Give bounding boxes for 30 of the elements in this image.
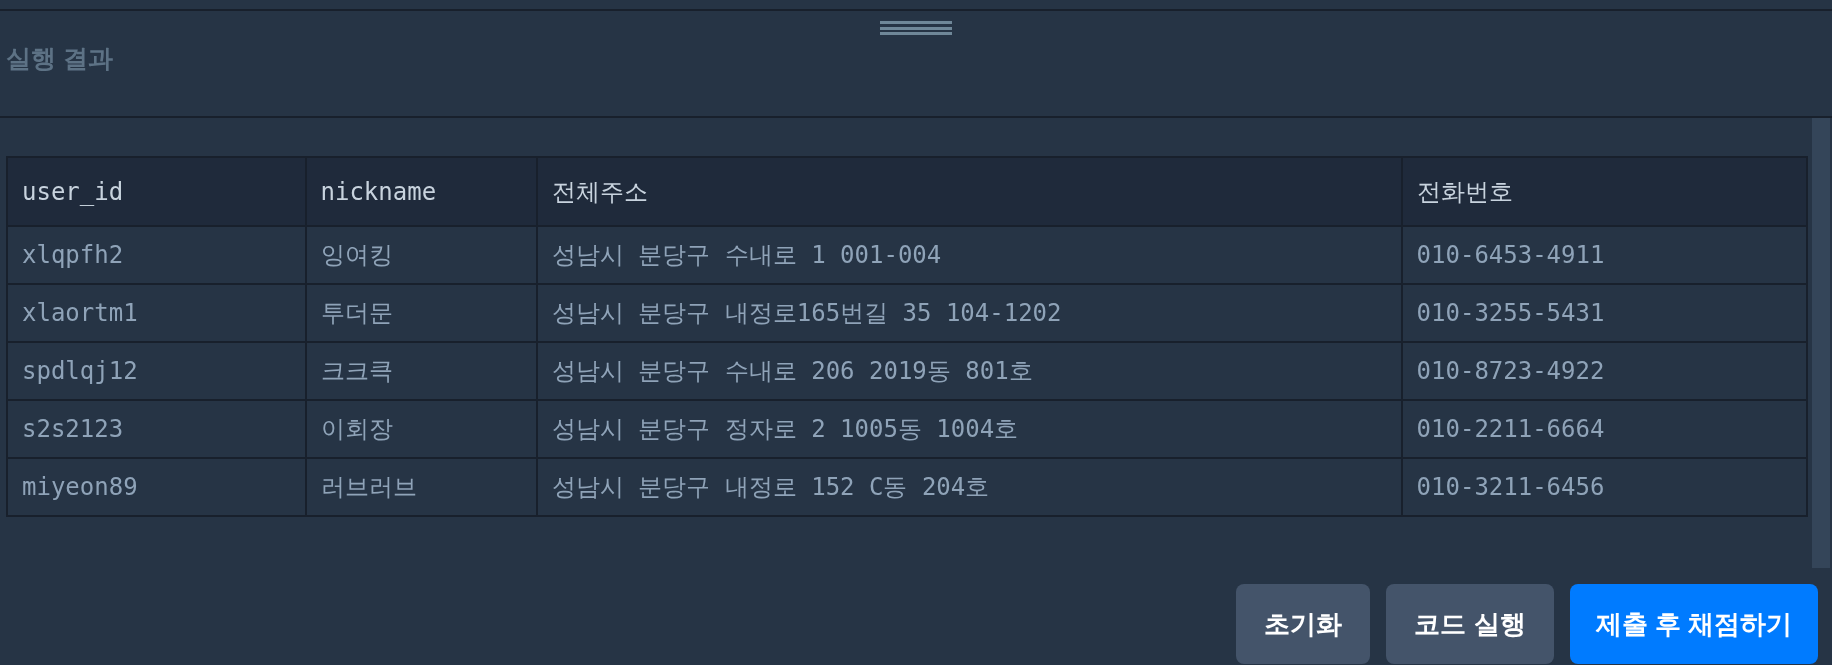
scrollbar[interactable] [1812, 118, 1830, 568]
resize-handle-icon[interactable] [880, 19, 952, 37]
submit-button[interactable]: 제출 후 채점하기 [1569, 584, 1818, 664]
table-cell: 성남시 분당구 수내로 1 001-004 [536, 226, 1402, 284]
table-cell: miyeon89 [7, 458, 306, 516]
table-cell: 성남시 분당구 정자로 2 1005동 1004호 [536, 400, 1402, 458]
table-cell: 이회장 [305, 400, 537, 458]
table-cell: 010-2211-6664 [1401, 400, 1807, 458]
column-header: nickname [305, 157, 537, 226]
column-header: user_id [7, 157, 306, 226]
action-button[interactable]: 코드 실행 [1386, 584, 1554, 664]
table-cell: 성남시 분당구 수내로 206 2019동 801호 [536, 342, 1402, 400]
table-cell: 투더문 [305, 284, 537, 342]
table-cell: 010-6453-4911 [1401, 226, 1807, 284]
action-button[interactable]: 초기화 [1236, 584, 1371, 664]
column-header: 전체주소 [536, 157, 1402, 226]
table-cell: 010-3211-6456 [1401, 458, 1807, 516]
table-cell: 크크큭 [305, 342, 537, 400]
table-cell: s2s2123 [7, 400, 306, 458]
table-cell: 010-3255-5431 [1401, 284, 1807, 342]
table-cell: 성남시 분당구 내정로165번길 35 104-1202 [536, 284, 1402, 342]
panel-title: 실행 결과 [6, 42, 113, 74]
table-cell: 성남시 분당구 내정로 152 C동 204호 [536, 458, 1402, 516]
table-cell: 러브러브 [305, 458, 537, 516]
table-cell: spdlqj12 [7, 342, 306, 400]
table-cell: 010-8723-4922 [1401, 342, 1807, 400]
column-header: 전화번호 [1401, 157, 1807, 226]
table-cell: 잉여킹 [305, 226, 537, 284]
table-cell: xlqpfh2 [7, 226, 306, 284]
table-cell: xlaortm1 [7, 284, 306, 342]
